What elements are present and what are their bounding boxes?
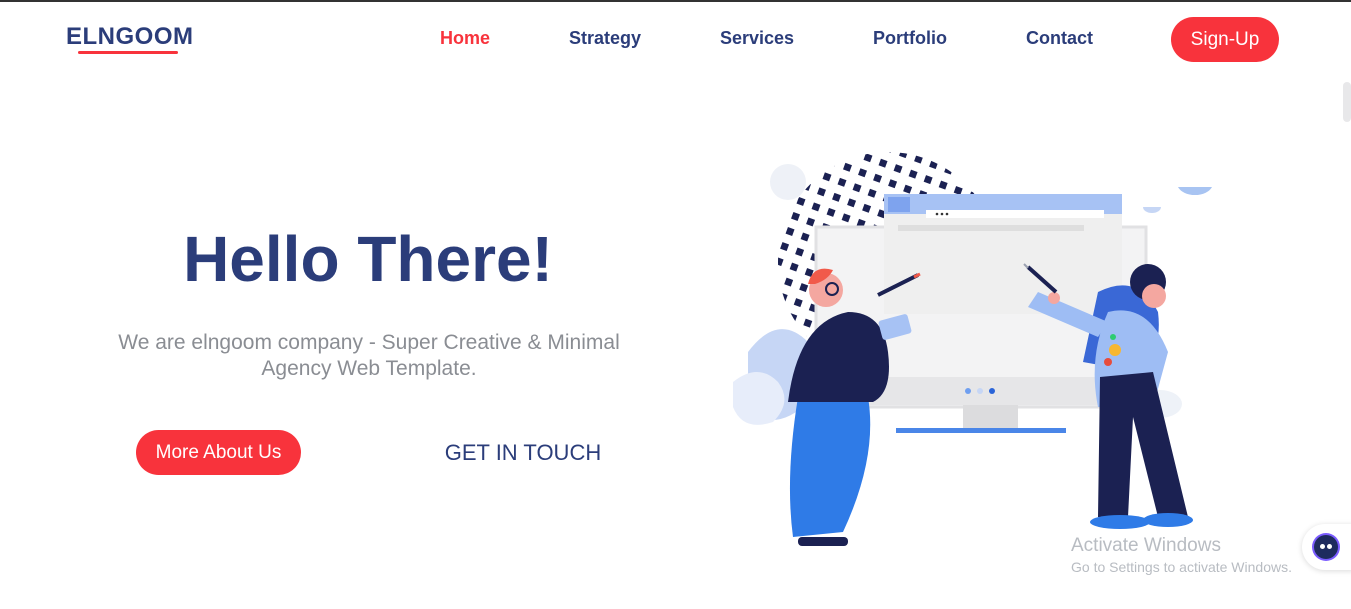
hero-title: Hello There! (183, 223, 553, 295)
top-navbar: ELNGOOM Home Strategy Services Portfolio… (0, 2, 1351, 82)
windows-activation-subtitle: Go to Settings to activate Windows. (1071, 559, 1292, 575)
signup-button[interactable]: Sign-Up (1171, 17, 1279, 62)
nav-link-portfolio[interactable]: Portfolio (873, 28, 947, 49)
brand-logo[interactable]: ELNGOOM (66, 23, 194, 51)
chat-bot-button[interactable] (1302, 524, 1351, 570)
nav-link-strategy[interactable]: Strategy (569, 28, 641, 49)
nav-link-home[interactable]: Home (440, 28, 490, 49)
logo-underline (78, 51, 178, 54)
hero-illustration (733, 152, 1212, 546)
windows-activation-title: Activate Windows (1071, 535, 1221, 556)
nav-link-services[interactable]: Services (720, 28, 794, 49)
page-scrollbar[interactable] (1343, 82, 1351, 122)
more-about-us-button[interactable]: More About Us (136, 430, 301, 475)
chat-bot-icon (1314, 535, 1338, 559)
get-in-touch-button[interactable]: GET IN TOUCH (430, 434, 616, 472)
hero-subtitle: We are elngoom company - Super Creative … (118, 331, 620, 380)
nav-link-contact[interactable]: Contact (1026, 28, 1093, 49)
